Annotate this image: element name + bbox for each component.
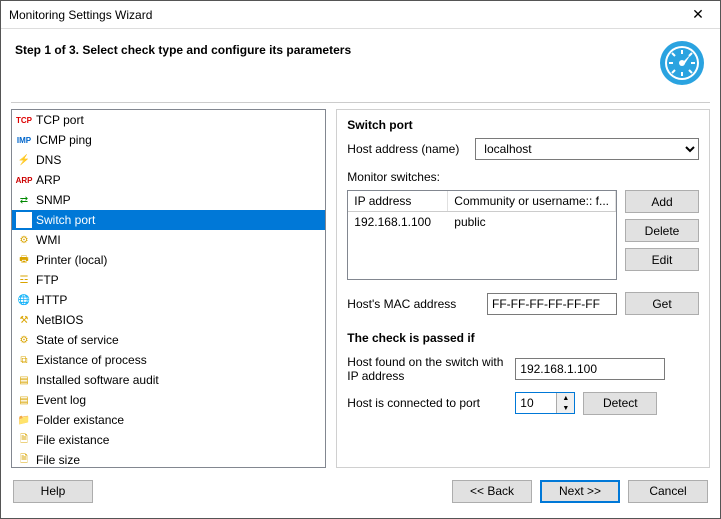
- delete-button[interactable]: Delete: [625, 219, 699, 242]
- mac-label: Host's MAC address: [347, 297, 467, 311]
- window-title: Monitoring Settings Wizard: [9, 8, 152, 22]
- back-button[interactable]: << Back: [452, 480, 532, 503]
- check-type-label: FTP: [36, 273, 59, 287]
- check-type-list[interactable]: TCP TCP port IMP ICMP ping ⚡ DNS ARP ARP ⇄ SNMP ▭ S…: [11, 109, 326, 468]
- host-address-label: Host address (name): [347, 142, 467, 156]
- check-type-printer-local-[interactable]: 🖶 Printer (local): [12, 250, 325, 270]
- col-ip[interactable]: IP address: [348, 191, 448, 211]
- snmp-icon: ⇄: [16, 192, 32, 208]
- check-type-label: WMI: [36, 233, 61, 247]
- mac-input[interactable]: [487, 293, 617, 315]
- step-title: Step 1 of 3. Select check type and confi…: [15, 43, 351, 57]
- edit-button[interactable]: Edit: [625, 248, 699, 271]
- check-type-event-log[interactable]: ▤ Event log: [12, 390, 325, 410]
- config-panel: Switch port Host address (name) localhos…: [336, 109, 710, 468]
- gauge-icon: [658, 39, 706, 90]
- check-type-label: Switch port: [36, 213, 95, 227]
- titlebar: Monitoring Settings Wizard ✕: [1, 1, 720, 29]
- connected-port-label: Host is connected to port: [347, 396, 507, 410]
- check-type-existance-of-process[interactable]: ⧉ Existance of process: [12, 350, 325, 370]
- check-type-label: DNS: [36, 153, 61, 167]
- check-type-label: Printer (local): [36, 253, 107, 267]
- check-type-wmi[interactable]: ⚙ WMI: [12, 230, 325, 250]
- check-type-dns[interactable]: ⚡ DNS: [12, 150, 325, 170]
- check-type-label: TCP port: [36, 113, 84, 127]
- check-type-label: Installed software audit: [36, 373, 159, 387]
- monitor-switches-label: Monitor switches:: [347, 170, 699, 184]
- service-state-icon: ⚙: [16, 332, 32, 348]
- check-type-switch-port[interactable]: ▭ Switch port: [12, 210, 325, 230]
- switch-port-icon: ▭: [16, 212, 32, 228]
- check-type-label: Folder existance: [36, 413, 124, 427]
- icmp-icon: IMP: [16, 132, 32, 148]
- next-button[interactable]: Next >>: [540, 480, 620, 503]
- close-icon: ✕: [692, 6, 704, 23]
- folder-exist-icon: 📁: [16, 412, 32, 428]
- check-type-installed-software-audit[interactable]: ▤ Installed software audit: [12, 370, 325, 390]
- close-button[interactable]: ✕: [676, 1, 720, 29]
- check-type-arp[interactable]: ARP ARP: [12, 170, 325, 190]
- spin-down-icon[interactable]: ▼: [557, 403, 574, 413]
- check-type-state-of-service[interactable]: ⚙ State of service: [12, 330, 325, 350]
- check-type-label: ICMP ping: [36, 133, 92, 147]
- check-type-label: NetBIOS: [36, 313, 83, 327]
- cancel-button[interactable]: Cancel: [628, 480, 708, 503]
- check-type-file-size[interactable]: 🗎 File size: [12, 450, 325, 468]
- check-type-label: Existance of process: [36, 353, 147, 367]
- check-type-label: File existance: [36, 433, 109, 447]
- ftp-icon: ☲: [16, 272, 32, 288]
- check-type-http[interactable]: 🌐 HTTP: [12, 290, 325, 310]
- check-type-label: State of service: [36, 333, 119, 347]
- arp-icon: ARP: [16, 172, 32, 188]
- check-passed-title: The check is passed if: [347, 331, 699, 345]
- cell-ip: 192.168.1.100: [348, 212, 448, 232]
- spin-up-icon[interactable]: ▲: [557, 393, 574, 403]
- check-type-label: Event log: [36, 393, 86, 407]
- file-size-icon: 🗎: [16, 452, 32, 468]
- check-type-label: File size: [36, 453, 80, 467]
- wmi-icon: ⚙: [16, 232, 32, 248]
- host-address-select[interactable]: localhost: [475, 138, 699, 160]
- cell-community: public: [448, 212, 616, 232]
- tcp-icon: TCP: [16, 112, 32, 128]
- printer-icon: 🖶: [16, 252, 32, 268]
- add-button[interactable]: Add: [625, 190, 699, 213]
- detect-button[interactable]: Detect: [583, 392, 657, 415]
- check-type-folder-existance[interactable]: 📁 Folder existance: [12, 410, 325, 430]
- table-row[interactable]: 192.168.1.100 public: [348, 212, 616, 232]
- wizard-header: Step 1 of 3. Select check type and confi…: [1, 29, 720, 90]
- process-icon: ⧉: [16, 352, 32, 368]
- event-log-icon: ▤: [16, 392, 32, 408]
- switches-table[interactable]: IP address Community or username:: f... …: [347, 190, 617, 280]
- check-type-snmp[interactable]: ⇄ SNMP: [12, 190, 325, 210]
- found-on-switch-label: Host found on the switch with IP address: [347, 355, 507, 384]
- col-community[interactable]: Community or username:: f...: [448, 191, 616, 211]
- software-audit-icon: ▤: [16, 372, 32, 388]
- file-exist-icon: 🗎: [16, 432, 32, 448]
- check-type-icmp-ping[interactable]: IMP ICMP ping: [12, 130, 325, 150]
- check-type-tcp-port[interactable]: TCP TCP port: [12, 110, 325, 130]
- check-type-netbios[interactable]: ⚒ NetBIOS: [12, 310, 325, 330]
- port-input[interactable]: [516, 393, 556, 413]
- wizard-footer: Help << Back Next >> Cancel: [1, 474, 720, 518]
- http-icon: 🌐: [16, 292, 32, 308]
- help-button[interactable]: Help: [13, 480, 93, 503]
- check-type-file-existance[interactable]: 🗎 File existance: [12, 430, 325, 450]
- switch-ip-input[interactable]: [515, 358, 665, 380]
- get-button[interactable]: Get: [625, 292, 699, 315]
- check-type-label: SNMP: [36, 193, 71, 207]
- header-divider: [11, 102, 710, 103]
- check-type-label: HTTP: [36, 293, 67, 307]
- check-type-label: ARP: [36, 173, 61, 187]
- panel-title: Switch port: [347, 118, 699, 132]
- dns-icon: ⚡: [16, 152, 32, 168]
- netbios-icon: ⚒: [16, 312, 32, 328]
- port-spinner[interactable]: ▲ ▼: [515, 392, 575, 414]
- check-type-ftp[interactable]: ☲ FTP: [12, 270, 325, 290]
